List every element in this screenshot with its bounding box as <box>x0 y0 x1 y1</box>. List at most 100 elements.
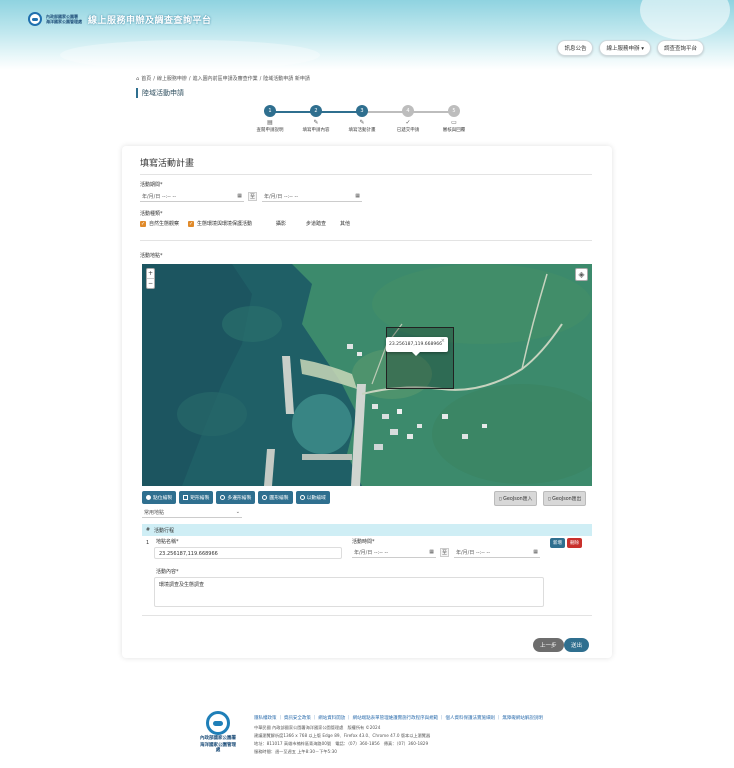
tool-label: 矩形繪製 <box>190 496 210 501</box>
calendar-icon: ▦ <box>355 193 360 199</box>
submit-button[interactable]: 送出 <box>564 638 590 652</box>
cloud-decoration <box>640 0 730 40</box>
tool-polygon-draw[interactable]: 多邊形繪製 <box>216 491 256 504</box>
breadcrumb-entry-application[interactable]: 進入園內前區申請及審查作業 <box>193 75 258 82</box>
layers-icon[interactable]: ◈ <box>575 268 588 281</box>
top-nav: 訊息公告 線上服務申辦 ▾ 調查查詢平台 <box>557 40 704 56</box>
message-icon: ▭ <box>451 119 457 126</box>
edit-icon: ✎ <box>359 119 365 126</box>
type-checkbox-nature[interactable]: ✓ 自然生態觀察 <box>140 220 179 227</box>
radio-icon <box>262 495 268 500</box>
tool-rectangle-draw[interactable]: 矩形繪製 <box>179 491 214 504</box>
cloud-decoration <box>60 40 320 70</box>
progress-stepper: 1 ▤ 查閱申請說明 2 ✎ 填寫申請內容 3 ✎ 填寫活動計畫 4 ✓ 已遞交… <box>250 105 480 141</box>
step-number: 2 <box>310 105 322 117</box>
geojson-import-button[interactable]: ▯ GeoJson匯入 <box>494 491 538 506</box>
start-time-placeholder: 年/月/日 --:-- -- <box>354 549 389 556</box>
breadcrumb: ⌂ 首頁 / 線上服務申辦 / 進入園內前區申請及審查作業 / 陸域活動申請 新申請 <box>136 75 310 83</box>
breadcrumb-home[interactable]: 首頁 <box>141 75 151 82</box>
row-index: 1 <box>146 540 150 546</box>
add-row-button[interactable]: 新增 <box>550 538 565 548</box>
edit-icon: ✎ <box>313 119 319 126</box>
checkbox-checked-icon: ✓ <box>188 220 194 227</box>
radio-icon <box>220 495 226 500</box>
period-label: 活動期間* <box>140 182 163 188</box>
geojson-import-label: GeoJson匯入 <box>503 497 533 502</box>
geojson-export-label: GeoJson匯出 <box>552 497 582 502</box>
time-range-separator: 至 <box>440 548 449 557</box>
site-logo[interactable]: 內政部國家公園署 海洋國家公園管理處 線上服務申辦及調查查詢平台 <box>28 12 212 26</box>
tool-number-draw[interactable]: 以數繪域 <box>295 491 330 504</box>
footer-address: 地址：811017 高雄市楠梓區青海路00號 電話：（07）360-1856 傳… <box>254 741 429 746</box>
end-date-input[interactable]: 年/月/日 --:-- -- ▦ <box>262 191 362 202</box>
start-date-placeholder: 年/月/日 --:-- -- <box>142 193 177 200</box>
type-checkbox-other[interactable]: 其他 <box>340 220 350 227</box>
itinerary-end-time-input[interactable]: 年/月/日 --:-- -- ▦ <box>454 547 540 558</box>
park-emblem-icon <box>28 12 42 26</box>
common-location-select[interactable]: 常用地點 ⌄ <box>142 507 242 518</box>
type-option-label: 其他 <box>340 221 351 227</box>
zoom-out-button[interactable]: − <box>147 279 154 288</box>
end-time-placeholder: 年/月/日 --:-- -- <box>456 549 491 556</box>
home-icon: ⌂ <box>136 75 140 82</box>
logo-org: 內政部國家公園署 海洋國家公園管理處 <box>46 14 82 24</box>
step-2: 2 ✎ 填寫申請內容 <box>296 105 336 133</box>
nav-online-service-dropdown[interactable]: 線上服務申辦 ▾ <box>599 40 651 56</box>
footer-browser-note: 建議瀏覽解析度1366 x 768 以上版 Edge 89、Firefox 43… <box>254 733 431 738</box>
type-option-label: 步道踏查 <box>306 221 327 227</box>
step-number: 4 <box>402 105 414 117</box>
calendar-icon: ▦ <box>533 549 538 555</box>
footer-link[interactable]: 個人資料保護法實施細則 <box>446 716 496 721</box>
nav-survey-platform-button[interactable]: 調查查詢平台 <box>656 40 704 56</box>
step-number: 1 <box>264 105 276 117</box>
step-number: 3 <box>356 105 368 117</box>
delete-row-button[interactable]: 刪除 <box>567 538 582 548</box>
step-label: 查閱申請說明 <box>256 128 284 133</box>
tool-point-draw[interactable]: 點位繪製 <box>142 491 177 504</box>
footer-org-line1: 內政部國家公園署 <box>200 736 236 741</box>
step-1: 1 ▤ 查閱申請說明 <box>250 105 290 133</box>
divider <box>140 174 592 175</box>
activity-map[interactable]: + − ◈ 23.256187,119.668966 × <box>142 264 592 486</box>
tool-circle-draw[interactable]: 圓形繪製 <box>258 491 293 504</box>
footer-links: 隱私權政策 ｜ 資訊安全政策 ｜ 網站資料開放 ｜ 網站端點表單管理維護實施行政… <box>254 716 543 721</box>
tool-label: 圓形繪製 <box>269 496 289 501</box>
footer-link[interactable]: 網站端點表單管理維護實施行政程序與規範 <box>353 716 439 721</box>
prev-step-button[interactable]: 上一步 <box>533 638 564 652</box>
step-3: 3 ✎ 填寫活動計畫 <box>342 105 382 133</box>
type-checkbox-eco-protection[interactable]: ✓ 生態環境與環境保護活動 <box>188 220 252 227</box>
map-popup: 23.256187,119.668966 × <box>386 337 448 356</box>
footer-link[interactable]: 隱私權政策 <box>254 716 277 721</box>
breadcrumb-online-service[interactable]: 線上服務申辦 <box>157 75 187 82</box>
step-label: 審核與回覆 <box>442 128 466 133</box>
document-icon: ▤ <box>267 119 273 126</box>
popup-close-icon[interactable]: × <box>441 338 445 344</box>
content-label: 活動內容* <box>156 569 179 575</box>
nav-news-button[interactable]: 訊息公告 <box>557 40 594 56</box>
step-label: 已遞交申請 <box>396 128 420 133</box>
type-checkbox-photo[interactable]: 攝影 <box>276 220 286 227</box>
start-date-input[interactable]: 年/月/日 --:-- -- ▦ <box>140 191 244 202</box>
col-itinerary: 活動行程 <box>154 527 175 534</box>
step-5: 5 ▭ 審核與回覆 <box>434 105 474 133</box>
step-label: 填寫申請內容 <box>302 128 330 133</box>
zoom-in-button[interactable]: + <box>147 269 154 279</box>
section-title: 填寫活動計畫 <box>140 159 195 169</box>
page-title: 陸域活動申請 <box>136 88 184 98</box>
end-date-placeholder: 年/月/日 --:-- -- <box>264 193 299 200</box>
col-index: # <box>145 527 151 533</box>
footer-link[interactable]: 無障礙網站解說說明 <box>502 716 543 721</box>
type-checkbox-trail[interactable]: 步道踏查 <box>306 220 326 227</box>
place-name-input[interactable]: 23.256187,119.668966 <box>154 547 342 559</box>
footer-link[interactable]: 網站資料開放 <box>318 716 345 721</box>
itinerary-table-header: # 活動行程 <box>142 524 592 536</box>
footer-org-line2: 海洋國家公園管理處 <box>200 742 236 754</box>
activity-content-textarea[interactable]: 環境調查及生態調查 <box>154 577 544 607</box>
geojson-export-button[interactable]: ▯ GeoJson匯出 <box>543 491 587 506</box>
itinerary-start-time-input[interactable]: 年/月/日 --:-- -- ▦ <box>352 547 436 558</box>
popup-coordinates: 23.256187,119.668966 <box>389 342 442 347</box>
footer-link[interactable]: 資訊安全政策 <box>284 716 311 721</box>
footer-hours: 服務時間：週一至週五 上午8:30－下午5:30 <box>254 749 337 754</box>
footer-logo: 內政部國家公園署 海洋國家公園管理處 <box>198 711 238 754</box>
footer-copyright: 中華民國 內政部國家公園署海洋國家公園管理處 版權所有 ©2024 <box>254 725 381 730</box>
